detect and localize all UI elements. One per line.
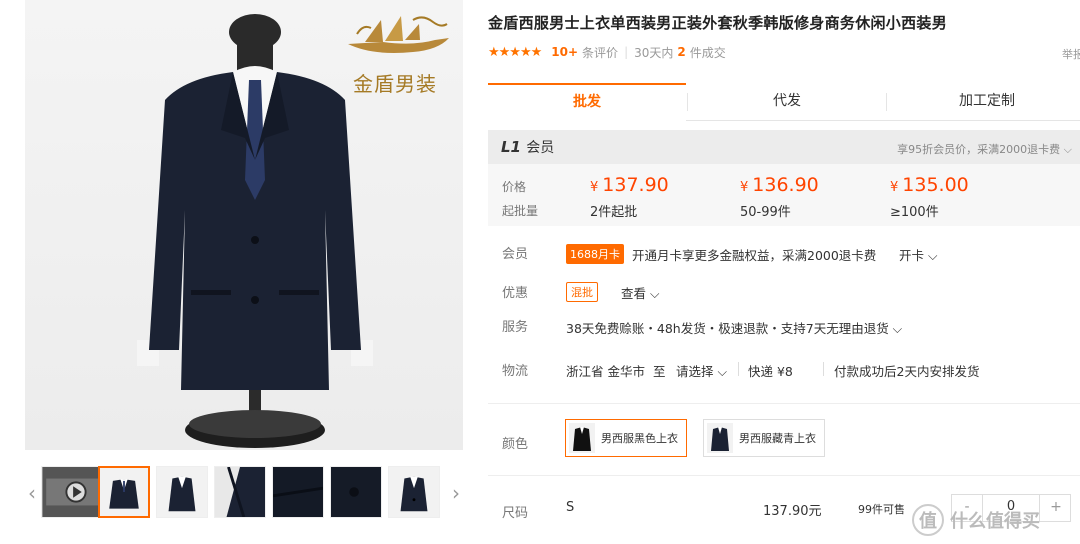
thumb-fabric[interactable] bbox=[272, 466, 324, 518]
color-option-navy[interactable]: 男西服藏青上衣 bbox=[703, 419, 825, 457]
report-link[interactable]: 举报 bbox=[1062, 46, 1080, 62]
tab-dropship[interactable]: 代发 bbox=[688, 83, 886, 121]
member-discount-note[interactable]: 享95折会员价，采满2000退卡费 ⌵ bbox=[897, 141, 1072, 157]
promo-view-link[interactable]: 查看 ⌵ bbox=[621, 283, 659, 302]
suit-photo-icon bbox=[137, 14, 373, 448]
watermark-logo-icon: 值 bbox=[912, 504, 944, 536]
member-bar: L1 会员 享95折会员价，采满2000退卡费 ⌵ bbox=[488, 130, 1080, 164]
product-page: 金盾男装 ‹ › 金盾西服男士上衣单西装男正装外套秋季韩版修身商务休闲小西装男 … bbox=[0, 0, 1080, 544]
color-option-black[interactable]: 男西服黑色上衣 bbox=[565, 419, 687, 457]
suit-swatch-icon bbox=[569, 423, 595, 453]
price-label: 价格 bbox=[502, 180, 527, 194]
suit-thumb-icon bbox=[100, 468, 148, 516]
suit-thumb-icon bbox=[389, 467, 439, 517]
price-box: L1 会员 享95折会员价，采满2000退卡费 ⌵ 价格 起批量 ¥137.90… bbox=[488, 130, 1080, 226]
watermark: 值 什么值得买 bbox=[912, 500, 1080, 540]
thumb-collar[interactable] bbox=[214, 466, 266, 518]
size-stock: 99件可售 bbox=[858, 503, 905, 516]
price-tier-3: ¥135.00 bbox=[890, 174, 969, 196]
rating-stars-icon: ★★★★★ bbox=[488, 44, 542, 60]
member-row-text: 开通月卡享更多金融权益，采满2000退卡费 bbox=[632, 248, 877, 263]
monthly-card-badge: 1688月卡 bbox=[566, 244, 624, 264]
review-count[interactable]: 10+ bbox=[551, 45, 578, 59]
destination-select[interactable]: 请选择 ⌵ bbox=[676, 361, 727, 380]
member-level: L1 会员 bbox=[501, 138, 555, 156]
thumb-front[interactable] bbox=[98, 466, 150, 518]
size-price: 137.90元 bbox=[763, 504, 822, 519]
review-label: 条评价 bbox=[582, 45, 619, 60]
service-text[interactable]: 38天免费赊账・48h发货・极速退款・支持7天无理由退货 ⌵ bbox=[566, 318, 902, 337]
thumb-next-icon[interactable]: › bbox=[449, 478, 463, 508]
promo-row-label: 优惠 bbox=[502, 286, 529, 301]
open-card-link[interactable]: 开卡 ⌵ bbox=[899, 245, 937, 264]
service-row-label: 服务 bbox=[502, 320, 529, 335]
sales-count: 2 bbox=[677, 45, 686, 59]
purchase-mode-tabs: 批发 代发 加工定制 bbox=[488, 83, 1080, 121]
button-thumb-icon bbox=[331, 467, 381, 517]
tab-wholesale[interactable]: 批发 bbox=[488, 83, 686, 121]
suit-thumb-icon bbox=[157, 467, 207, 517]
logistics-row-label: 物流 bbox=[502, 364, 529, 379]
thumb-button[interactable] bbox=[330, 466, 382, 518]
ship-note: 付款成功后2天内安排发货 bbox=[834, 364, 980, 379]
size-value: S bbox=[566, 500, 575, 515]
price-tier-1: ¥137.90 bbox=[590, 174, 669, 196]
thumbnail-strip: ‹ › bbox=[25, 466, 470, 520]
thumb-side[interactable] bbox=[156, 466, 208, 518]
main-product-image[interactable]: 金盾男装 bbox=[25, 0, 463, 450]
qty-tier-1: 2件起批 bbox=[590, 205, 638, 220]
fabric-thumb-icon bbox=[273, 467, 323, 517]
mixed-batch-badge: 混批 bbox=[566, 282, 598, 302]
price-tier-2: ¥136.90 bbox=[740, 174, 819, 196]
watermark-text: 什么值得买 bbox=[950, 511, 1040, 532]
suit-swatch-icon bbox=[707, 423, 733, 453]
qty-tier-3: ≥100件 bbox=[890, 205, 939, 220]
rating-row: ★★★★★ 10+ 条评价 | 30天内 2 件成交 bbox=[488, 44, 726, 60]
sales-label: 件成交 bbox=[689, 45, 726, 60]
product-title: 金盾西服男士上衣单西装男正装外套秋季韩版修身商务休闲小西装男 bbox=[488, 14, 948, 32]
shipping-fee: 快递 ¥8 bbox=[748, 364, 793, 379]
qty-tier-2: 50-99件 bbox=[740, 205, 791, 220]
member-row-label: 会员 bbox=[502, 247, 529, 262]
size-row-label: 尺码 bbox=[502, 506, 529, 521]
ship-origin: 浙江省 金华市 bbox=[566, 364, 645, 379]
collar-thumb-icon bbox=[215, 467, 265, 517]
moq-label: 起批量 bbox=[502, 204, 539, 218]
color-row-label: 颜色 bbox=[502, 437, 529, 452]
ship-to-label: 至 bbox=[653, 364, 666, 379]
sales-period: 30天内 bbox=[634, 45, 674, 60]
thumb-prev-icon[interactable]: ‹ bbox=[25, 478, 39, 508]
tab-custom[interactable]: 加工定制 bbox=[888, 83, 1080, 121]
thumb-back[interactable] bbox=[388, 466, 440, 518]
